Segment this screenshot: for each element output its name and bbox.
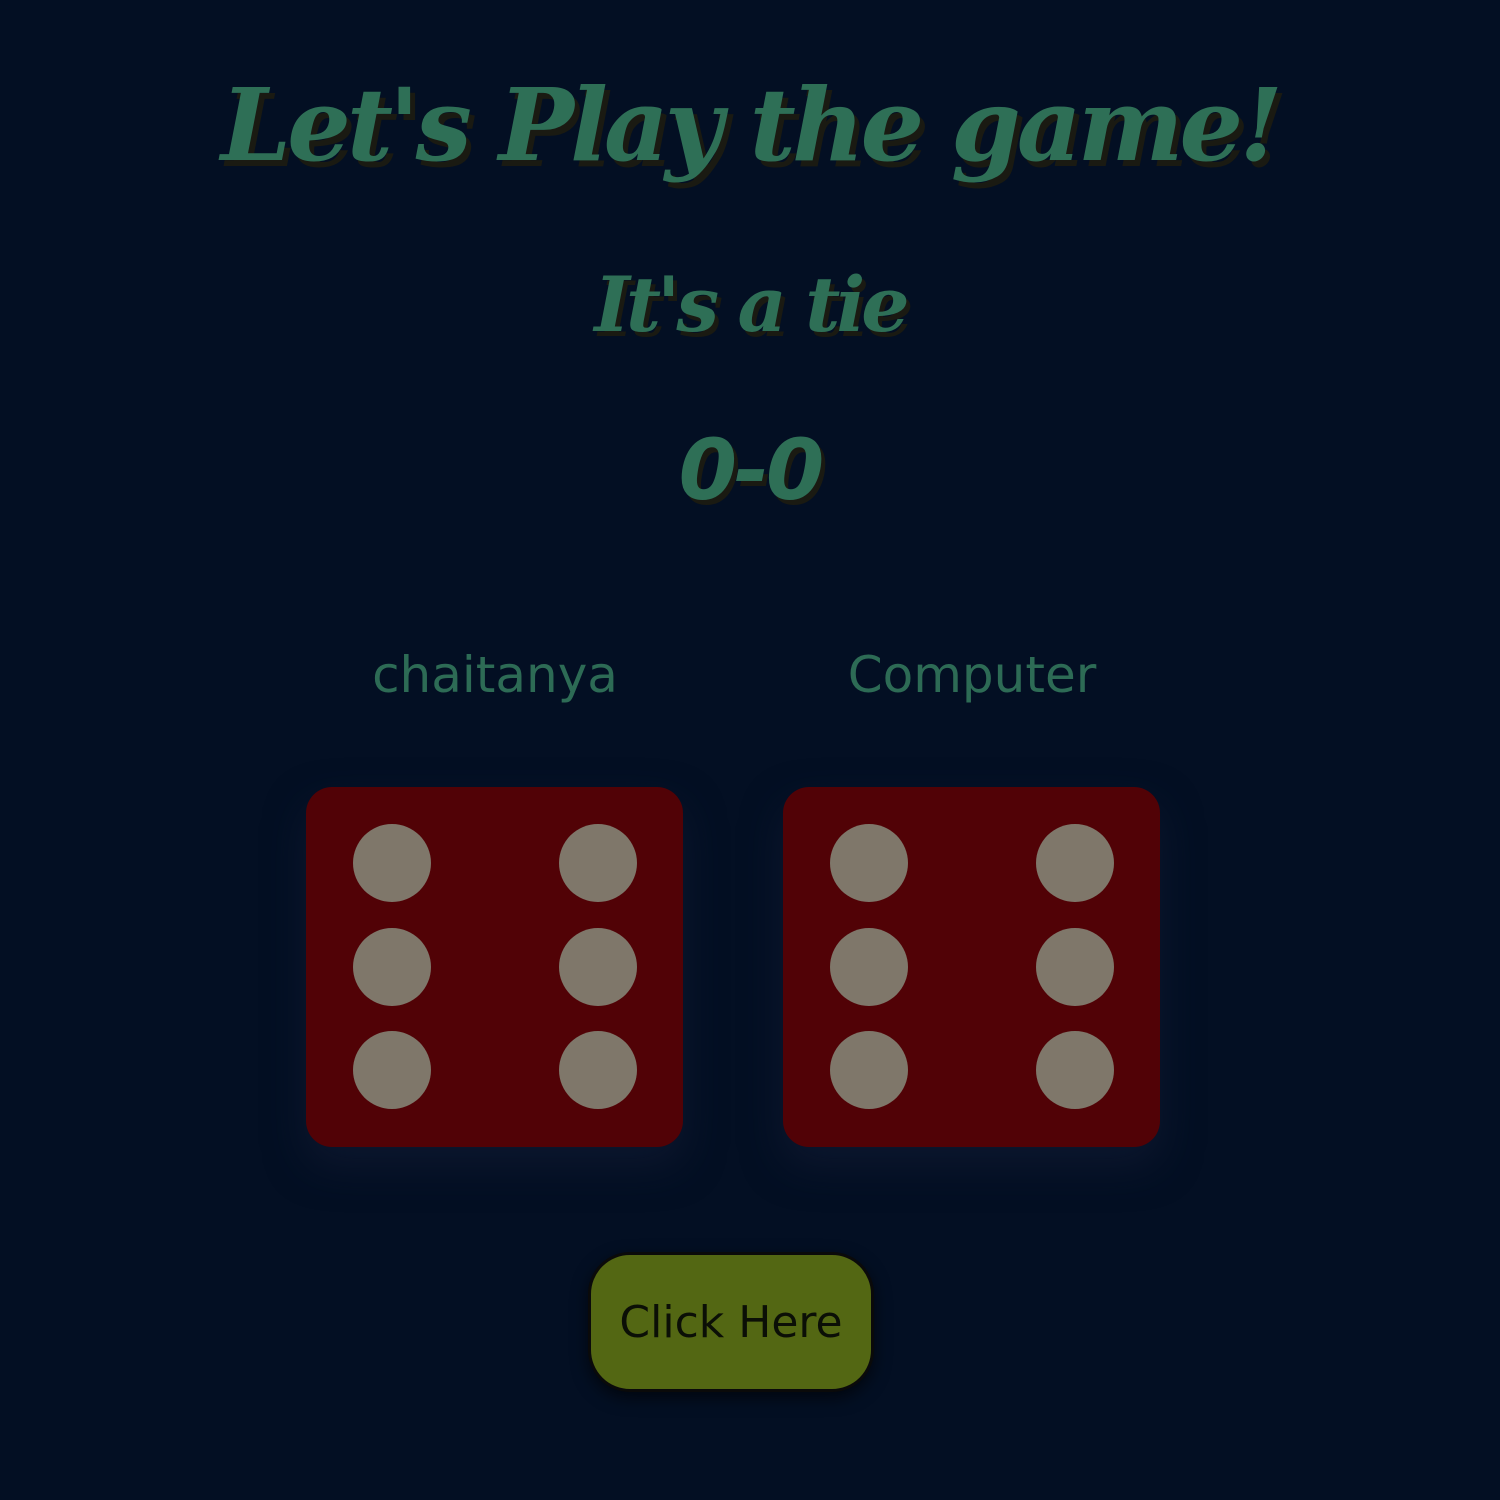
player-name-left: chaitanya [372,646,618,704]
die-pip [830,1031,908,1109]
die-pip [1036,928,1114,1006]
player-name-right: Computer [847,646,1097,704]
player-die-right [783,787,1160,1147]
die-pip [353,824,431,902]
die-pip [830,824,908,902]
score-display: 0-0 [678,421,825,519]
die-pip [1036,824,1114,902]
result-status: It's a tie [594,260,909,349]
die-pip [1036,1031,1114,1109]
player-die-left [306,787,683,1147]
die-pip [559,1031,637,1109]
die-pip [353,928,431,1006]
die-pip [353,1031,431,1109]
roll-dice-button[interactable]: Click Here [588,1252,874,1392]
die-pip [559,824,637,902]
game-title: Let's Play the game! [220,66,1283,184]
die-pip [830,928,908,1006]
die-pip [559,928,637,1006]
